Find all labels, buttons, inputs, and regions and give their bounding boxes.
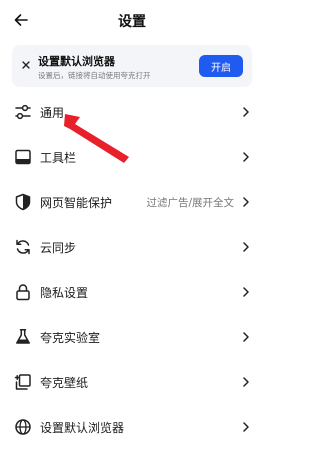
chevron-right-icon bbox=[243, 107, 249, 117]
menu-item-lab[interactable]: 夸克实验室 bbox=[0, 315, 264, 360]
wallpaper-icon bbox=[14, 374, 31, 390]
chevron-right-icon bbox=[243, 242, 249, 252]
menu-item-label: 设置默认浏览器 bbox=[40, 421, 125, 435]
menu-item-label: 夸克实验室 bbox=[40, 331, 101, 345]
close-icon bbox=[22, 61, 30, 69]
chevron-right-icon bbox=[243, 377, 249, 387]
menu-item-privacy[interactable]: 隐私设置 bbox=[0, 270, 264, 315]
menu-item-general[interactable]: 通用 bbox=[0, 90, 264, 135]
chevron-right-icon bbox=[243, 152, 249, 162]
menu-item-label: 云同步 bbox=[40, 241, 77, 255]
sliders-icon bbox=[15, 104, 31, 120]
sync-icon bbox=[16, 239, 30, 255]
menu-item-default-browser[interactable]: 设置默认浏览器 bbox=[0, 405, 264, 450]
banner-subtitle: 设置后，链接将自动使用夸克打开 bbox=[38, 71, 151, 80]
flask-icon bbox=[16, 329, 30, 344]
chevron-right-icon bbox=[243, 197, 249, 207]
shield-icon bbox=[15, 193, 31, 211]
menu-item-label: 夸克壁纸 bbox=[40, 376, 89, 390]
menu-item-label: 隐私设置 bbox=[40, 286, 89, 300]
menu-item-web-protection[interactable]: 网页智能保护 过滤广告/展开全文 bbox=[0, 180, 264, 225]
default-browser-banner: 设置默认浏览器 设置后，链接将自动使用夸克打开 开启 bbox=[12, 45, 252, 87]
lock-icon bbox=[16, 284, 30, 301]
page-title: 设置 bbox=[118, 14, 146, 30]
enable-default-button[interactable]: 开启 bbox=[199, 55, 243, 77]
menu-item-label: 工具栏 bbox=[40, 151, 77, 165]
globe-icon bbox=[15, 419, 31, 435]
menu-item-value: 过滤广告/展开全文 bbox=[146, 197, 234, 209]
menu-item-wallpaper[interactable]: 夸克壁纸 bbox=[0, 360, 264, 405]
header-bar: 设置 bbox=[0, 0, 264, 40]
menu-item-toolbar[interactable]: 工具栏 bbox=[0, 135, 264, 180]
toolbar-icon bbox=[15, 149, 31, 165]
banner-title: 设置默认浏览器 bbox=[38, 55, 115, 68]
menu-item-cloud-sync[interactable]: 云同步 bbox=[0, 225, 264, 270]
menu-item-label: 通用 bbox=[40, 106, 65, 120]
banner-close-button[interactable] bbox=[18, 57, 34, 73]
menu-item-label: 网页智能保护 bbox=[40, 196, 113, 210]
chevron-right-icon bbox=[243, 422, 249, 432]
chevron-right-icon bbox=[243, 287, 249, 297]
chevron-right-icon bbox=[243, 332, 249, 342]
